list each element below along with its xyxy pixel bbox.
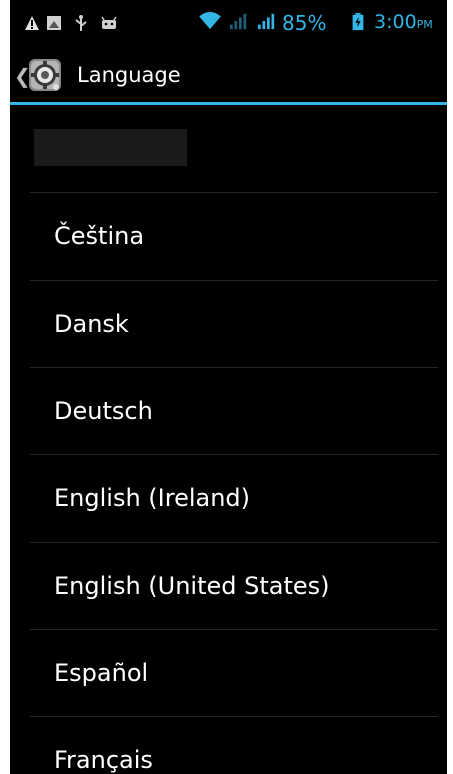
- language-label: Español: [54, 659, 149, 687]
- page-title: Language: [77, 63, 181, 87]
- status-time-value: 3:00: [374, 11, 417, 33]
- redaction-block: [34, 129, 187, 166]
- battery-icon: [352, 13, 364, 31]
- language-label: Français: [54, 746, 153, 774]
- battery-percent: 85%: [282, 11, 327, 35]
- gallery-notification-icon: [47, 16, 61, 30]
- language-item-espanol[interactable]: Español: [10, 630, 447, 717]
- language-label: English (United States): [54, 572, 330, 600]
- signal-1-icon: [230, 13, 247, 30]
- phone-screen: 85% 3:00PM ❮ Language Čeština Dansk Deut…: [10, 0, 447, 774]
- language-label: Čeština: [54, 222, 145, 250]
- status-time: 3:00PM: [374, 11, 433, 33]
- redacted-list-item[interactable]: [10, 105, 447, 192]
- language-label: English (Ireland): [54, 484, 251, 512]
- signal-2-icon: [258, 13, 275, 30]
- language-list[interactable]: Čeština Dansk Deutsch English (Ireland) …: [10, 105, 447, 774]
- language-item-deutsch[interactable]: Deutsch: [10, 368, 447, 455]
- usb-icon: [75, 15, 87, 31]
- action-bar[interactable]: ❮ Language: [10, 50, 447, 102]
- wifi-icon: [199, 12, 221, 30]
- language-item-english-united-states[interactable]: English (United States): [10, 543, 447, 630]
- settings-icon[interactable]: [28, 58, 62, 92]
- status-bar: 85% 3:00PM: [10, 0, 447, 50]
- language-label: Deutsch: [54, 397, 153, 425]
- android-debug-icon: [101, 16, 117, 29]
- language-item-cestina[interactable]: Čeština: [10, 193, 447, 280]
- language-item-francais[interactable]: Français: [10, 717, 447, 774]
- language-item-dansk[interactable]: Dansk: [10, 281, 447, 368]
- warning-icon: [25, 16, 39, 30]
- status-time-ampm: PM: [416, 18, 433, 31]
- language-label: Dansk: [54, 310, 129, 338]
- language-item-english-ireland[interactable]: English (Ireland): [10, 455, 447, 542]
